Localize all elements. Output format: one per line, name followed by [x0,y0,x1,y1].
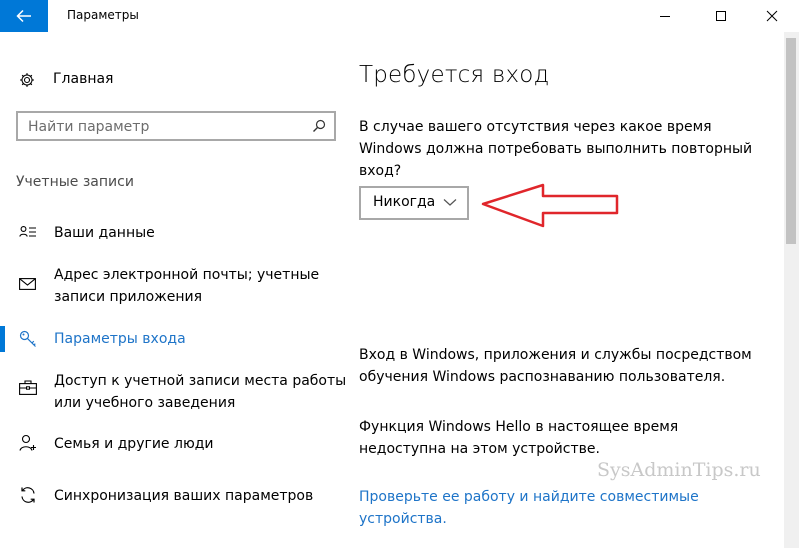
chevron-down-icon [443,199,457,206]
sidebar-item-sync[interactable]: Синхронизация ваших параметров [0,484,350,510]
window-title: Параметры [67,8,139,22]
sidebar: Главная Найти параметр Учетные записи Ва… [0,32,346,548]
info-line: Функция Windows Hello в настоящее время [359,419,679,435]
annotation-arrow-icon [481,183,619,228]
back-arrow-icon [16,9,31,23]
gear-icon [20,73,34,87]
sidebar-item-label: Параметры входа [54,331,186,347]
sidebar-item-your-info[interactable]: Ваши данные [0,220,350,246]
page-title: Требуется вход [359,62,550,88]
active-indicator [0,326,5,352]
description-line: Windows должна потребовать выполнить пов… [359,141,753,157]
sidebar-item-work-access[interactable]: Доступ к учетной записи места работы или… [0,370,350,416]
briefcase-icon [19,380,37,395]
windows-hello-info: Вход в Windows, приложения и службы поср… [359,344,784,388]
sidebar-item-family[interactable]: Семья и другие люди [0,432,350,458]
windows-hello-unavailable: Функция Windows Hello в настоящее время … [359,416,784,460]
add-person-icon [19,434,36,451]
sidebar-item-label: Адрес электронной почты; учетные [54,267,320,283]
nav-home[interactable]: Главная [19,68,113,92]
require-sign-in-dropdown[interactable]: Никогда [359,186,469,220]
watermark: SysAdminTips.ru [597,459,761,481]
nav-home-label: Главная [53,71,114,87]
description-line: В случае вашего отсутствия через какое в… [359,119,712,135]
key-icon [19,330,36,347]
sidebar-item-label: записи приложения [54,289,203,305]
compatible-devices-link[interactable]: Проверьте ее работу и найдите совместимы… [359,486,784,530]
info-line: Вход в Windows, приложения и службы поср… [359,347,752,363]
person-card-icon [19,226,36,237]
sidebar-item-label: или учебного заведения [54,395,236,411]
scrollbar-thumb[interactable] [786,38,796,244]
title-bar: Параметры [0,0,799,32]
sidebar-item-email-accounts[interactable]: Адрес электронной почты; учетные записи … [0,264,350,310]
section-label: Учетные записи [16,174,134,190]
sync-icon [21,487,35,503]
search-placeholder: Найти параметр [28,119,150,135]
sidebar-item-label: Семья и другие люди [54,436,214,452]
description-line: вход? [359,163,402,179]
dropdown-value: Никогда [373,194,436,210]
link-line[interactable]: Проверьте ее работу и найдите совместимы… [359,486,784,508]
sidebar-item-label: Ваши данные [54,225,155,241]
minimize-icon [660,16,670,17]
minimize-button[interactable] [642,0,688,32]
info-line: обучения Windows распознаванию пользоват… [359,369,726,385]
link-line[interactable]: устройства. [359,508,784,530]
sign-in-required-description: В случае вашего отсутствия через какое в… [359,116,779,182]
mail-icon [19,278,36,290]
sidebar-item-label: Доступ к учетной записи места работы [54,373,347,389]
sidebar-item-sign-in-options[interactable]: Параметры входа [0,326,350,352]
maximize-button[interactable] [698,0,744,32]
back-button[interactable] [0,0,48,32]
info-line: недоступна на этом устройстве. [359,441,600,457]
search-icon[interactable] [312,119,326,133]
search-box[interactable]: Найти параметр [16,111,336,141]
close-button[interactable] [749,0,795,32]
close-icon [766,10,778,22]
maximize-icon [716,11,726,21]
sidebar-item-label: Синхронизация ваших параметров [54,488,314,504]
